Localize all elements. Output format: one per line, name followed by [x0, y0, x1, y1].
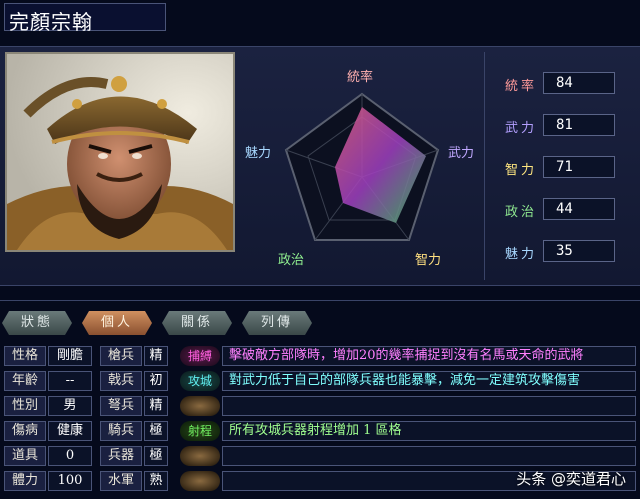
- attr-value: 男: [48, 396, 92, 416]
- skill-badge-empty: [180, 471, 220, 491]
- troop-aptitude: 極: [144, 421, 168, 441]
- stat-row-war: 武力 81: [505, 114, 635, 136]
- skill-row[interactable]: [180, 446, 638, 466]
- officer-name: 完顏宗翰: [9, 10, 93, 34]
- skill-description: 所有攻城兵器射程增加 1 區格: [222, 421, 636, 441]
- troop-label: 槍兵: [100, 346, 142, 366]
- attr-label: 體力: [4, 471, 46, 491]
- stat-row-politics: 政治 44: [505, 198, 635, 220]
- skill-description: [222, 396, 636, 416]
- tab-relations[interactable]: 關係: [162, 311, 232, 335]
- troop-label: 戟兵: [100, 371, 142, 391]
- attr-label: 傷病: [4, 421, 46, 441]
- tab-status[interactable]: 狀態: [2, 311, 72, 335]
- attr-value: 0: [48, 446, 92, 466]
- skill-row[interactable]: 捕縛 擊破敵方部隊時，增加20的幾率捕捉到沒有名馬或天命的武將: [180, 346, 638, 366]
- attribute-grid: 性格 剛膽 年齡 -- 性別 男 傷病 健康 道具 0 體力 100 槍兵 精 …: [0, 344, 180, 494]
- attr-value: 100: [48, 471, 92, 491]
- stat-label: 政治: [505, 205, 538, 220]
- radar-label-intelligence: 智力: [415, 253, 442, 268]
- attr-value: 健康: [48, 421, 92, 441]
- radar-label-charm: 魅力: [245, 146, 272, 161]
- stat-row-charm: 魅力 35: [505, 240, 635, 262]
- troop-label: 兵器: [100, 446, 142, 466]
- troop-aptitude: 精: [144, 396, 168, 416]
- skill-row[interactable]: 攻城 對武力低于自己的部隊兵器也能暴擊，減免一定建筑攻擊傷害: [180, 371, 638, 391]
- stat-value: 44: [543, 198, 615, 220]
- troop-label: 騎兵: [100, 421, 142, 441]
- stat-label: 武力: [505, 121, 538, 136]
- stat-value: 81: [543, 114, 615, 136]
- ability-radar-chart: 統率 武力 智力 政治 魅力: [240, 52, 485, 282]
- attr-label: 性格: [4, 346, 46, 366]
- skill-description: [222, 446, 636, 466]
- radar-label-leadership: 統率: [347, 70, 374, 85]
- stat-label: 智力: [505, 163, 538, 178]
- tab-personal[interactable]: 個人: [82, 311, 152, 335]
- radar-label-politics: 政治: [278, 253, 305, 268]
- skill-badge: 射程: [180, 421, 220, 441]
- watermark: 头条 @奕道君心: [516, 470, 626, 488]
- skill-badge-empty: [180, 396, 220, 416]
- radar-label-war: 武力: [448, 146, 475, 161]
- attr-label: 年齡: [4, 371, 46, 391]
- name-box: 完顏宗翰: [4, 3, 166, 34]
- attr-value: 剛膽: [48, 346, 92, 366]
- troop-aptitude: 極: [144, 446, 168, 466]
- troop-aptitude: 初: [144, 371, 168, 391]
- attr-value: --: [48, 371, 92, 391]
- skill-row[interactable]: 射程 所有攻城兵器射程增加 1 區格: [180, 421, 638, 441]
- troop-aptitude: 熟: [144, 471, 168, 491]
- skill-badge: 攻城: [180, 371, 220, 391]
- troop-label: 水軍: [100, 471, 142, 491]
- stat-value: 35: [543, 240, 615, 262]
- officer-portrait: [5, 52, 235, 252]
- stat-column: 統率 84 武力 81 智力 71 政治 44 魅力 35: [484, 52, 640, 280]
- troop-aptitude: 精: [144, 346, 168, 366]
- skill-badge: 捕縛: [180, 346, 220, 366]
- troop-label: 弩兵: [100, 396, 142, 416]
- attr-label: 道具: [4, 446, 46, 466]
- stat-row-leadership: 統率 84: [505, 72, 635, 94]
- skill-row[interactable]: [180, 396, 638, 416]
- stat-label: 統率: [505, 79, 538, 94]
- stat-row-intelligence: 智力 71: [505, 156, 635, 178]
- skill-description: 對武力低于自己的部隊兵器也能暴擊，減免一定建筑攻擊傷害: [222, 371, 636, 391]
- attr-label: 性別: [4, 396, 46, 416]
- skill-description: 擊破敵方部隊時，增加20的幾率捕捉到沒有名馬或天命的武將: [222, 346, 636, 366]
- stat-value: 84: [543, 72, 615, 94]
- stat-value: 71: [543, 156, 615, 178]
- skill-badge-empty: [180, 446, 220, 466]
- tab-bar: 狀態 個人 關係 列傳: [0, 300, 640, 340]
- stat-label: 魅力: [505, 247, 538, 262]
- tab-biography[interactable]: 列傳: [242, 311, 312, 335]
